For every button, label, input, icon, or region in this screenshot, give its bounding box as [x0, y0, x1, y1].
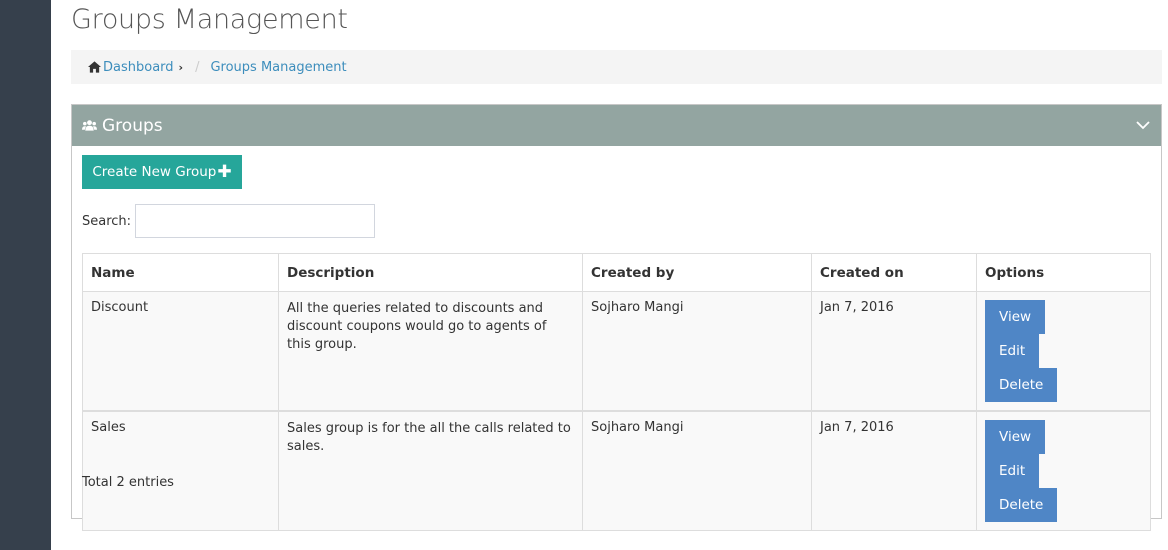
column-header-description[interactable]: Description: [278, 253, 583, 292]
create-button-label: Create New Group: [92, 164, 217, 180]
column-header-name[interactable]: Name: [82, 253, 279, 292]
group-name-cell: Sales: [82, 410, 279, 531]
search-label: Search:: [82, 213, 132, 229]
plus-icon: ✚: [217, 161, 232, 182]
group-options-cell: View Edit Delete: [976, 410, 1151, 531]
delete-button[interactable]: Delete: [985, 368, 1058, 402]
group-options-cell: View Edit Delete: [976, 291, 1151, 412]
edit-button[interactable]: Edit: [985, 454, 1040, 488]
delete-button[interactable]: Delete: [985, 488, 1058, 522]
column-header-created-on[interactable]: Created on: [811, 253, 977, 292]
group-description-cell: Sales group is for the all the calls rel…: [278, 410, 583, 531]
create-new-group-button[interactable]: Create New Group ✚: [82, 155, 242, 189]
search-input[interactable]: [135, 204, 376, 238]
column-header-options: Options: [976, 253, 1151, 292]
group-created-on-cell: Jan 7, 2016: [811, 291, 977, 412]
view-button[interactable]: View: [985, 300, 1046, 334]
panel-header: Groups: [72, 105, 1161, 146]
edit-button[interactable]: Edit: [985, 334, 1040, 368]
chevron-down-icon[interactable]: [1135, 117, 1151, 133]
group-created-on-cell: Jan 7, 2016: [811, 410, 977, 531]
table-header-row: Name Description Created by Created on O…: [82, 253, 1151, 292]
breadcrumb-groups-management-link[interactable]: Groups Management: [210, 60, 346, 75]
table-row: Discount All the queries related to disc…: [82, 291, 1151, 412]
home-icon[interactable]: [88, 61, 101, 73]
options-group: View Edit Delete: [985, 420, 1105, 522]
table-row: Sales Sales group is for the all the cal…: [82, 410, 1151, 531]
users-icon: [82, 120, 97, 131]
group-created-by-cell: Sojharo Mangi: [582, 291, 812, 412]
total-entries: Total 2 entries: [82, 475, 174, 490]
breadcrumb-dashboard-link[interactable]: Dashboard: [103, 60, 174, 75]
chevron-right-icon: ›: [178, 60, 184, 74]
breadcrumb: Dashboard › / Groups Management: [71, 50, 1162, 84]
column-header-created-by[interactable]: Created by: [582, 253, 812, 292]
search-row: Search:: [82, 204, 376, 238]
group-description-cell: All the queries related to discounts and…: [278, 291, 583, 412]
page-title: Groups Management: [71, 4, 348, 35]
view-button[interactable]: View: [985, 420, 1046, 454]
panel-title: Groups: [102, 115, 163, 136]
sidebar: [0, 0, 51, 550]
group-name-cell: Discount: [82, 291, 279, 412]
group-created-by-cell: Sojharo Mangi: [582, 410, 812, 531]
options-group: View Edit Delete: [985, 300, 1105, 402]
groups-panel: Groups Create New Group ✚ Search: Name D…: [71, 104, 1162, 531]
groups-table: Name Description Created by Created on O…: [82, 253, 1151, 531]
breadcrumb-separator: /: [195, 59, 200, 75]
